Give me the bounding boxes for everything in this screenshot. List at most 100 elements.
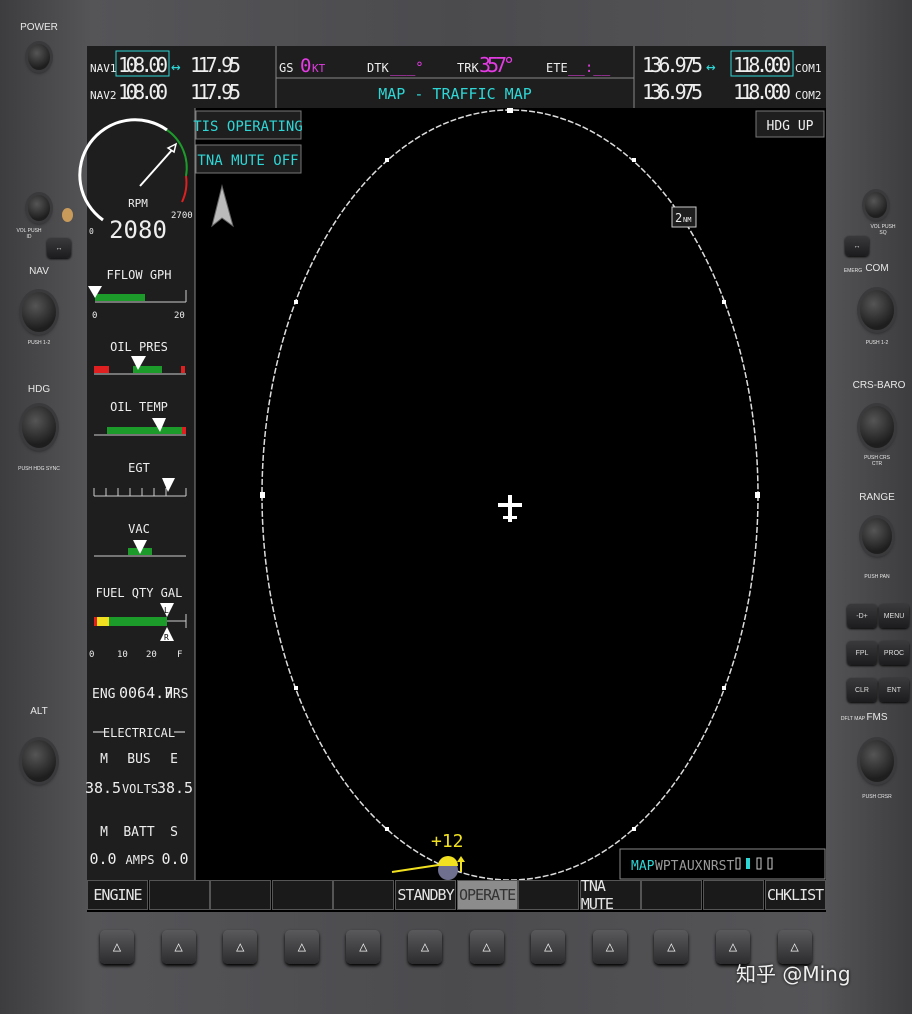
dtk-label: DTK [367,61,389,75]
map-orientation: HDG UP [767,119,814,134]
ete-label: ETE [546,61,568,75]
softkey-button-4[interactable]: △ [284,930,319,964]
range-value: 2 [675,211,682,225]
volts-e-value: 38.5 [157,779,193,797]
oil-temp-label: OIL TEMP [110,400,168,414]
bus-label: BUS [127,752,150,767]
amps-label: AMPS [126,853,155,867]
triangle-up-icon: △ [482,939,491,955]
page-group-wpt[interactable]: WPT [655,859,679,874]
trk-label: TRK [457,61,479,75]
ownship-icon [498,495,522,522]
softkey-operate[interactable]: OPERATE [456,880,518,910]
fflow-max: 20 [174,311,185,321]
oil-pres-label: OIL PRES [110,340,168,354]
com2-standby-freq[interactable]: 118.000 [733,80,791,104]
page-title: MAP - TRAFFIC MAP [378,85,532,103]
fuel-right-label: R [164,633,169,642]
nav-swap-icon: ↔ [171,57,181,76]
triangle-up-icon: △ [790,939,799,955]
triangle-up-icon: △ [174,939,183,955]
triangle-up-icon: △ [605,939,615,955]
softkey-button-5[interactable]: △ [346,930,381,964]
softkey-button-10[interactable]: △ [654,930,689,964]
batt-s-label: S [170,825,178,840]
fuel-qty-label: FUEL QTY GAL [96,586,183,600]
page-group-map[interactable]: MAP [631,859,655,874]
electrical-header: ELECTRICAL [103,726,175,740]
tis-status: TIS OPERATING [193,119,303,135]
softkey-chklist[interactable]: CHKLIST [764,880,826,910]
egt-label: EGT [128,461,150,475]
triangle-up-icon: △ [728,939,738,955]
softkey-tna-mute[interactable]: TNA MUTE [579,877,641,913]
display-content: NAV1 108.00 ↔ 117.95 NAV2 108.00 117.95 … [78,46,826,881]
gs-unit: KT [312,62,326,75]
ete-value: __:__ [568,60,611,76]
rpm-max: 2700 [171,211,193,221]
dtk-value: ___° [390,60,424,76]
softkey-blank-3[interactable] [210,880,272,910]
vac-label: VAC [128,522,150,536]
triangle-up-icon: △ [112,939,122,955]
softkey-standby[interactable]: STANDBY [395,880,456,910]
fuel-left-label: L [164,606,169,615]
fuel-tick: 10 [117,650,128,660]
range-unit: NM [683,216,691,224]
softkey-blank-5[interactable] [333,880,395,910]
softkey-button-2[interactable]: △ [161,930,196,964]
page-group-aux[interactable]: AUX [679,859,703,874]
tna-status: TNA MUTE OFF [197,153,298,169]
triangle-up-icon: △ [297,939,307,955]
north-arrow-icon [211,184,234,228]
softkey-button-3[interactable]: △ [223,930,258,964]
amps-s-value: 0.0 [161,850,188,868]
softkey-button-6[interactable]: △ [408,930,442,964]
bus-e-label: E [170,752,178,767]
com1-active-freq[interactable]: 136.975 [642,53,703,77]
fuel-tick: 20 [146,650,157,660]
nav2-label: NAV2 [90,89,117,102]
traffic-altitude: +12 [431,831,464,852]
triangle-up-icon: △ [543,939,553,955]
triangle-up-icon: △ [235,939,245,955]
softkey-button-1[interactable]: △ [100,930,134,964]
fflow-label: FFLOW GPH [106,268,171,282]
batt-m-label: M [100,825,108,840]
softkey-button-8[interactable]: △ [531,930,566,964]
fuel-tick: F [177,650,182,660]
softkey-button-7[interactable]: △ [469,930,504,964]
nav1-active-freq[interactable]: 108.00 [118,53,168,77]
fflow-min: 0 [92,311,97,321]
nav1-label: NAV1 [90,62,117,75]
eng-hrs-unit: HRS [165,687,188,702]
softkey-blank-4[interactable] [271,880,333,910]
com1-standby-freq[interactable]: 118.000 [733,53,791,77]
softkey-blank-11[interactable] [703,880,764,910]
page-group-nrst[interactable]: NRST [703,859,734,874]
bus-m-label: M [100,752,108,767]
softkey-blank-10[interactable] [641,880,703,910]
triangle-up-icon: △ [359,939,368,955]
traffic-target-icon [391,856,465,880]
com2-label: COM2 [795,89,822,102]
nav2-standby-freq[interactable]: 117.95 [190,80,241,104]
eng-hrs-label: ENG [92,687,116,702]
softkey-engine[interactable]: ENGINE [87,880,148,910]
rpm-value: 2080 [109,216,167,244]
rpm-min: 0 [89,227,94,236]
gs-label: GS [279,61,293,75]
com2-active-freq[interactable]: 136.975 [642,80,703,104]
softkey-button-9[interactable]: △ [592,930,627,964]
com1-label: COM1 [795,62,822,75]
nav1-standby-freq[interactable]: 117.95 [190,53,241,77]
volts-label: VOLTS [122,782,158,796]
nav2-active-freq[interactable]: 108.00 [118,80,168,104]
softkey-blank-8[interactable] [518,880,580,910]
amps-m-value: 0.0 [89,850,116,868]
trk-value: 357° [479,53,515,77]
softkey-blank-2[interactable] [148,880,210,910]
rpm-label: RPM [128,197,148,210]
gs-value: 0 [300,55,311,77]
triangle-up-icon: △ [420,939,430,955]
